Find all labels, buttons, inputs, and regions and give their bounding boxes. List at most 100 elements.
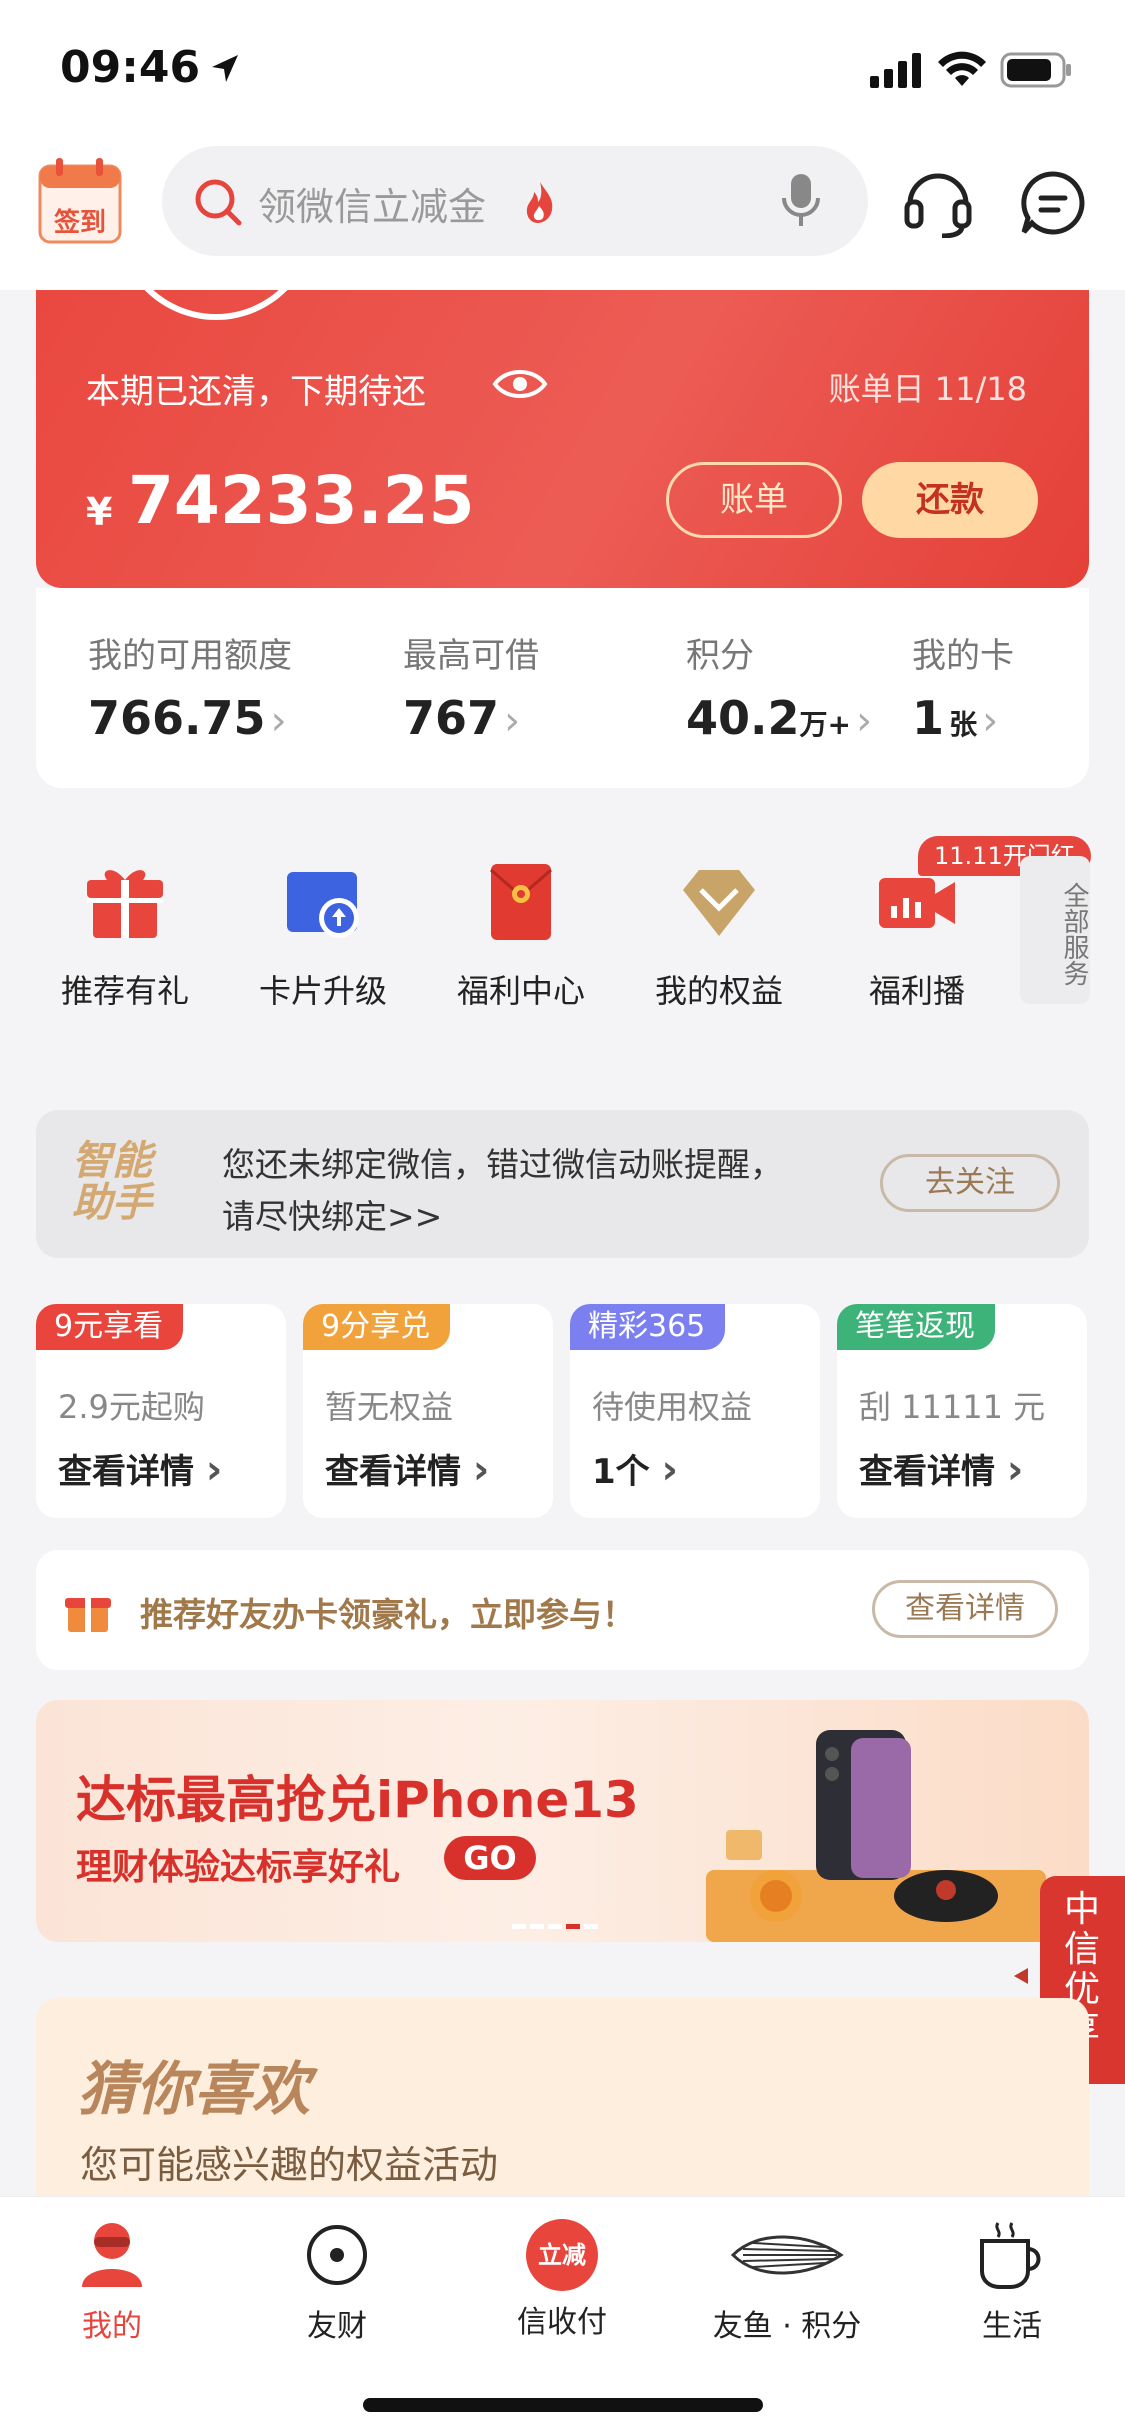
quick-action-recommend[interactable]: 推荐有礼 <box>40 862 210 1012</box>
referral-text: 推荐好友办卡领豪礼，立即参与！ <box>140 1595 635 1634</box>
eye-icon[interactable] <box>492 366 548 402</box>
caret-left-icon <box>1014 1968 1028 1984</box>
benefit-tag: 9元享看 <box>36 1304 184 1350</box>
recommend-subtitle: 您可能感兴趣的权益活动 <box>80 2143 499 2187</box>
go-badge[interactable]: GO <box>444 1836 536 1880</box>
chevron-right-icon: › <box>982 698 999 744</box>
benefit-tag: 精彩365 <box>570 1304 726 1350</box>
signal-icon <box>870 53 921 88</box>
tab-mine[interactable]: 我的 <box>12 2219 212 2345</box>
quick-action-label: 福利播 <box>868 972 965 1010</box>
checkin-button[interactable]: 签到 <box>38 156 122 244</box>
quick-action-my-benefits[interactable]: 我的权益 <box>634 862 804 1012</box>
wealth-icon <box>307 2225 367 2285</box>
promo-banner[interactable]: 达标最高抢兑iPhone13 理财体验达标享好礼 GO <box>36 1700 1089 1942</box>
quick-action-card-upgrade[interactable]: 卡片升级 <box>238 862 408 1012</box>
bill-amount: 74233.25 <box>128 462 475 539</box>
benefit-main: 查看详情 › <box>325 1444 489 1493</box>
cup-icon <box>980 2222 1041 2289</box>
follow-button[interactable]: 去关注 <box>880 1154 1060 1212</box>
stat-label: 积分 <box>686 636 754 676</box>
tab-label: 信收付 <box>517 2305 607 2340</box>
benefit-tag: 9分享兑 <box>303 1304 451 1350</box>
bill-button[interactable]: 账单 <box>666 462 842 538</box>
tab-wealth[interactable]: 友财 <box>237 2219 437 2345</box>
stat-label: 最高可借 <box>403 636 539 676</box>
benefit-main: 1个 › <box>592 1444 678 1493</box>
wifi-icon <box>938 51 986 86</box>
benefit-main-text: 查看详情 <box>859 1452 995 1492</box>
chevron-right-icon: › <box>472 1447 490 1493</box>
microphone-icon[interactable] <box>780 172 822 230</box>
banner-title: 达标最高抢兑iPhone13 <box>76 1771 639 1829</box>
referral-bar[interactable]: 推荐好友办卡领豪礼，立即参与！ 查看详情 <box>36 1550 1089 1670</box>
benefit-main: 查看详情 › <box>58 1444 222 1493</box>
benefit-card[interactable]: 笔笔返现 刮 11111 元 查看详情 › <box>837 1304 1087 1518</box>
stat-label: 我的卡 <box>912 636 1014 676</box>
all-services-button[interactable]: 全部服务 <box>1020 856 1090 1004</box>
wechat-bind-line2: 请尽快绑定>> <box>222 1197 443 1236</box>
wechat-bind-line1: 您还未绑定微信，错过微信动账提醒， <box>222 1145 783 1184</box>
fish-icon <box>730 2235 844 2275</box>
flame-icon <box>526 182 553 223</box>
quick-action-label: 卡片升级 <box>258 972 387 1010</box>
checkin-label: 签到 <box>53 208 106 238</box>
benefit-sub: 2.9元起购 <box>58 1388 205 1426</box>
status-bar: 09:46 <box>0 0 1125 140</box>
gift-icon <box>87 870 163 938</box>
stat-max-borrow[interactable]: 最高可借 767 › <box>403 628 539 745</box>
carousel-indicator <box>512 1914 612 1929</box>
benefit-tag: 笔笔返现 <box>837 1304 995 1350</box>
home-indicator <box>363 2398 763 2412</box>
customer-service-icon[interactable] <box>904 166 972 238</box>
tab-label: 生活 <box>982 2309 1042 2344</box>
stat-available-credit[interactable]: 我的可用额度 766.75 › <box>88 628 292 745</box>
quick-action-welfare-live[interactable]: 福利播 <box>832 862 1002 1012</box>
benefit-main-text: 1个 <box>592 1452 650 1492</box>
chevron-right-icon: › <box>270 698 287 744</box>
iphone-illustration <box>706 1730 1046 1942</box>
benefit-main-text: 查看详情 <box>325 1452 461 1492</box>
benefit-main-text: 查看详情 <box>58 1452 194 1492</box>
benefit-card[interactable]: 9分享兑 暂无权益 查看详情 › <box>303 1304 553 1518</box>
profile-icon <box>82 2223 142 2287</box>
currency-symbol: ¥ <box>86 490 113 534</box>
gift-icon <box>65 1598 111 1632</box>
quick-action-welfare-center[interactable]: 福利中心 <box>436 862 606 1012</box>
message-icon[interactable] <box>1020 170 1086 236</box>
benefit-card[interactable]: 9元享看 2.9元起购 查看详情 › <box>36 1304 286 1518</box>
stat-points[interactable]: 积分 40.2万+ › <box>686 628 872 745</box>
chevron-right-icon: › <box>1006 1447 1024 1493</box>
referral-details-button[interactable]: 查看详情 <box>872 1580 1058 1638</box>
chevron-right-icon: › <box>504 698 521 744</box>
tab-label: 友财 <box>307 2309 367 2344</box>
stat-value: 1 <box>912 691 945 745</box>
tab-life[interactable]: 生活 <box>912 2219 1112 2345</box>
bill-card: 本期已还清，下期待还 账单日 11/18 ¥ 74233.25 账单 还款 <box>36 290 1089 588</box>
tab-label: 友鱼 · 积分 <box>712 2309 862 2344</box>
chevron-right-icon: › <box>661 1447 678 1493</box>
repay-button[interactable]: 还款 <box>862 462 1038 538</box>
chevron-right-icon: › <box>856 698 873 744</box>
search-icon <box>195 179 242 226</box>
benefit-sub: 待使用权益 <box>592 1388 753 1426</box>
search-input[interactable]: 领微信立减金 <box>258 176 486 231</box>
stat-unit: 张 <box>949 708 978 741</box>
tab-fish-points[interactable]: 友鱼 · 积分 <box>687 2219 887 2345</box>
benefit-main: 查看详情 › <box>859 1444 1023 1493</box>
stat-my-cards[interactable]: 我的卡 1 张 › <box>912 628 1014 745</box>
recommend-section: 猜你喜欢 您可能感兴趣的权益活动 <box>36 1998 1089 2218</box>
banner-subtitle: 理财体验达标享好礼 <box>76 1847 401 1888</box>
tab-payment[interactable]: 立减 信收付 <box>462 2219 662 2341</box>
benefit-card[interactable]: 精彩365 待使用权益 1个 › <box>570 1304 820 1518</box>
stat-value: 767 <box>403 691 500 745</box>
battery-icon <box>1000 52 1071 88</box>
diamond-icon <box>683 870 755 936</box>
benefit-sub: 暂无权益 <box>325 1388 454 1426</box>
wechat-bind-bar[interactable]: 智能助手 您还未绑定微信，错过微信动账提醒， 请尽快绑定>> 去关注 <box>36 1110 1089 1258</box>
quick-action-label: 我的权益 <box>654 972 783 1010</box>
location-arrow-icon <box>212 55 238 82</box>
avatar-ring <box>116 290 316 320</box>
stat-unit: 万+ <box>799 708 851 741</box>
stat-value: 766.75 <box>88 691 266 745</box>
